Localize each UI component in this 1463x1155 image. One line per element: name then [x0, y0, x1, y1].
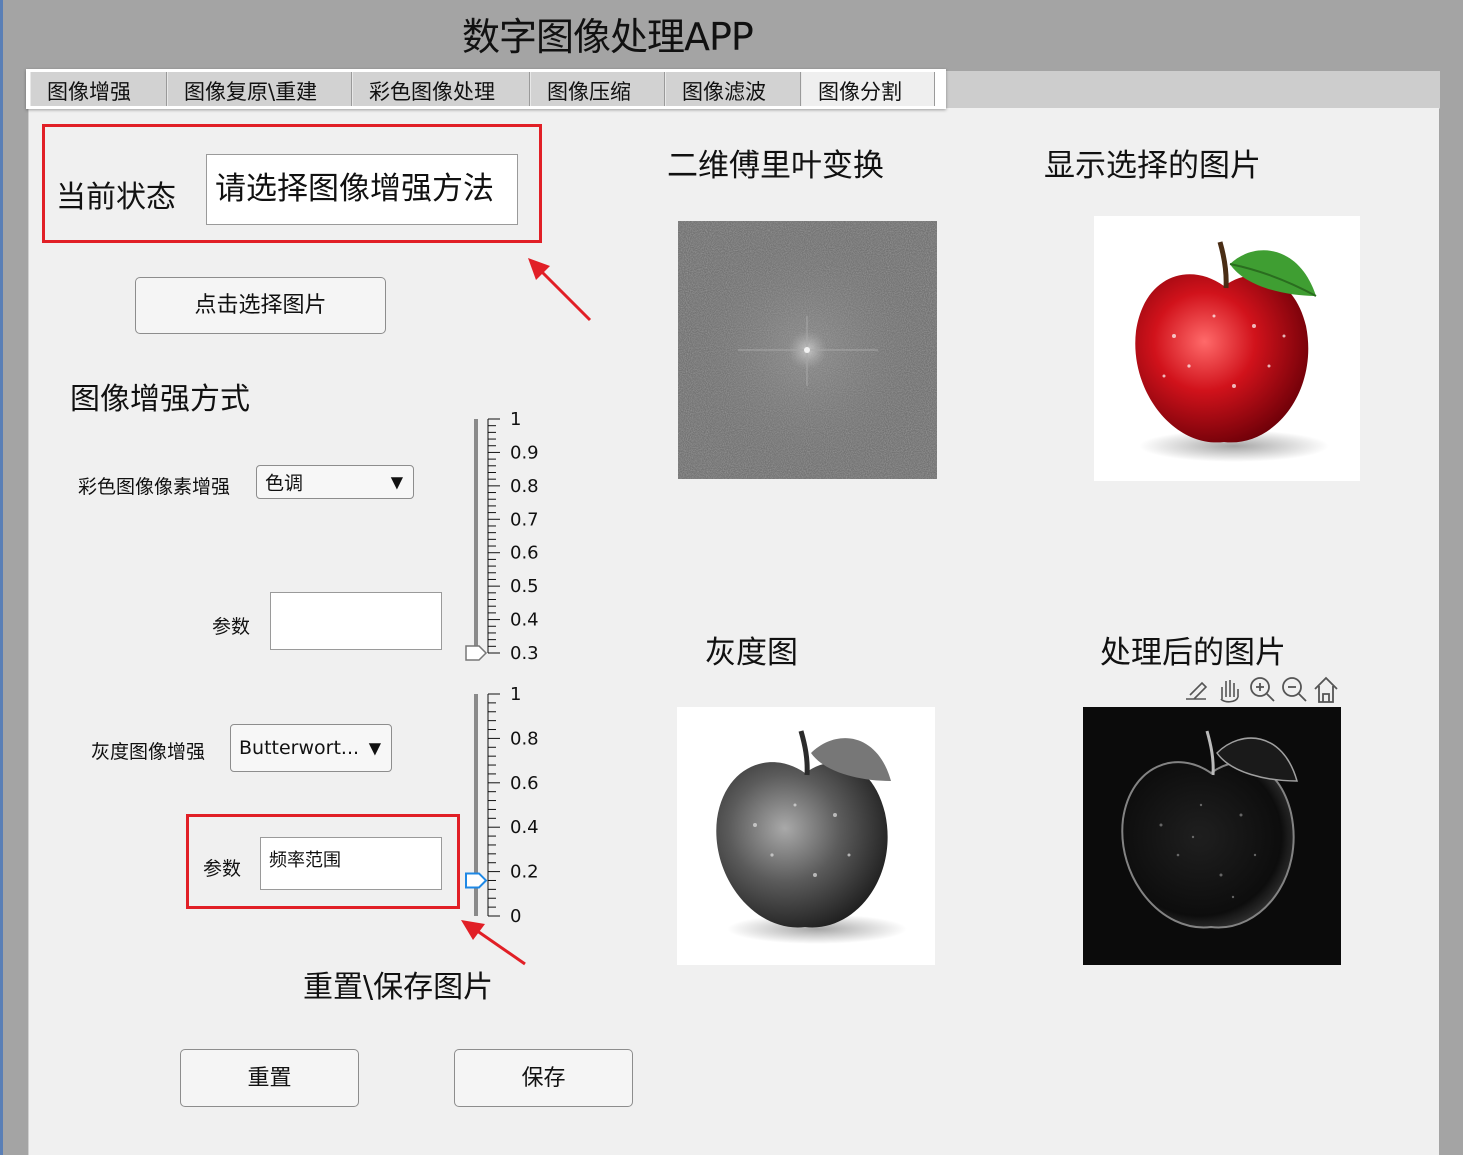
- tab-bar: 图像增强 图像复原\重建 彩色图像处理 图像压缩 图像滤波 图像分割: [26, 69, 946, 109]
- select-image-button[interactable]: 点击选择图片: [135, 277, 386, 334]
- color-enhance-dropdown-value: 色调: [265, 472, 304, 495]
- reset-save-title: 重置\保存图片: [303, 970, 494, 1005]
- status-label: 当前状态: [56, 180, 176, 215]
- slider-tick-label: 1: [510, 409, 521, 430]
- slider-tick-label: 0.4: [510, 817, 539, 838]
- gray-image[interactable]: [677, 707, 935, 965]
- save-button[interactable]: 保存: [454, 1049, 633, 1107]
- color-enhance-dropdown[interactable]: 色调 ▼: [256, 465, 414, 499]
- tab-image-restore[interactable]: 图像复原\重建: [167, 72, 352, 106]
- zoom-in-icon[interactable]: [1250, 677, 1275, 702]
- gray-enhance-dropdown[interactable]: Butterwort... ▼: [230, 724, 392, 772]
- edit-icon[interactable]: [1186, 681, 1208, 700]
- tab-image-enhance[interactable]: 图像增强: [30, 72, 167, 106]
- color-param-label: 参数: [212, 616, 251, 638]
- color-param-input[interactable]: [270, 592, 442, 650]
- tab-image-compression[interactable]: 图像压缩: [530, 72, 665, 106]
- slider-thumb[interactable]: [465, 872, 488, 889]
- slider-tick-label: 0.4: [510, 610, 539, 631]
- tab-image-filtering[interactable]: 图像滤波: [665, 72, 801, 106]
- slider-tick-label: 0.6: [510, 773, 539, 794]
- slider-thumb[interactable]: [465, 645, 488, 661]
- gray-enhance-dropdown-value: Butterwort...: [239, 737, 360, 759]
- slider-gray-param[interactable]: 10.80.60.40.20: [462, 680, 552, 930]
- selected-image[interactable]: [1094, 216, 1360, 481]
- slider-tick-label: 0.5: [510, 576, 539, 597]
- slider-color-param[interactable]: 1 0.9 0.8 0.7 0.6 0.5 0.4 0.3: [462, 405, 552, 670]
- processed-image[interactable]: [1083, 707, 1341, 965]
- slider-tick-label: 0.8: [510, 728, 539, 749]
- reset-button[interactable]: 重置: [180, 1049, 359, 1107]
- slider-tick-label: 1: [510, 684, 521, 705]
- dropdown-arrow-icon: ▼: [368, 738, 381, 758]
- status-text: 请选择图像增强方法: [215, 171, 494, 207]
- gray-param-input[interactable]: 频率范围: [260, 837, 442, 890]
- fft-image[interactable]: [678, 221, 937, 479]
- window-edge: [0, 0, 3, 1155]
- app-title: 数字图像处理APP: [462, 15, 754, 59]
- slider-tick-label: 0.2: [510, 862, 539, 883]
- gray-param-value: 频率范围: [269, 850, 341, 871]
- selected-image-title: 显示选择的图片: [1044, 148, 1261, 184]
- gray-image-title: 灰度图: [705, 635, 798, 671]
- slider-tick-label: 0.3: [510, 643, 539, 664]
- tab-image-segmentation[interactable]: 图像分割: [801, 72, 935, 106]
- zoom-out-icon[interactable]: [1282, 677, 1307, 702]
- enhance-section-title: 图像增强方式: [70, 382, 250, 417]
- processed-image-title: 处理后的图片: [1100, 635, 1286, 671]
- status-field: 请选择图像增强方法: [206, 154, 518, 225]
- gray-param-label: 参数: [203, 858, 242, 880]
- tab-color-processing[interactable]: 彩色图像处理: [352, 72, 530, 106]
- home-icon[interactable]: [1314, 676, 1338, 703]
- fft-title: 二维傅里叶变换: [667, 148, 884, 184]
- gray-enhance-label: 灰度图像增强: [91, 741, 206, 763]
- slider-tick-label: 0.7: [510, 509, 539, 530]
- slider-track[interactable]: [474, 419, 478, 653]
- pan-icon[interactable]: [1220, 680, 1239, 703]
- color-enhance-label: 彩色图像像素增强: [78, 476, 231, 498]
- slider-tick-label: 0.8: [510, 476, 539, 497]
- slider-tick-label: 0.6: [510, 543, 539, 564]
- dropdown-arrow-icon: ▼: [390, 472, 403, 492]
- slider-tick-label: 0.9: [510, 442, 539, 463]
- axes-toolbar: [1182, 675, 1342, 705]
- red-arrow-icon: [528, 258, 592, 322]
